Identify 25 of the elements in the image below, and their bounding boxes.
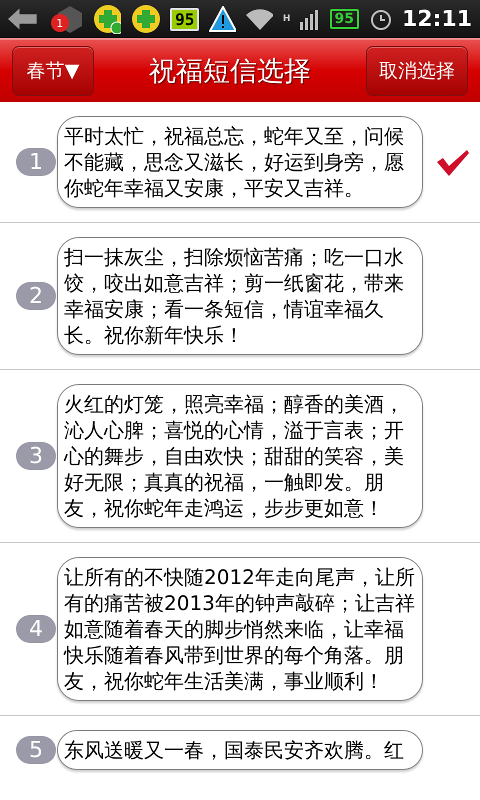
wifi-icon — [246, 8, 273, 30]
message-number: 3 — [16, 442, 56, 470]
back-icon[interactable] — [8, 8, 37, 30]
network-type: H — [282, 14, 290, 24]
message-card[interactable]: 扫一抹灰尘，扫除烦恼苦痛；吃一口水饺，咬出如意吉祥；剪一纸窗花，带来幸福安康；看一条短信，情谊幸福久长。祝你新年快乐！ — [57, 237, 423, 355]
cancel-selection-button[interactable]: 取消选择 — [366, 46, 468, 96]
message-card[interactable]: 让所有的不快随2012年走向尾声，让所有的痛苦被2013年的钟声敲碎；让吉祥如意随着春天的脚步悄然来临，让幸福快乐随着春风带到世界的每个角落。朋友，祝你蛇年生活美满，事业顺利！ — [57, 557, 423, 701]
alarm-icon — [369, 7, 392, 31]
battery-widget: 95 — [170, 8, 200, 30]
category-dropdown[interactable]: 春节▼ — [12, 46, 94, 96]
clock: 12:11 — [402, 6, 472, 32]
battery-indicator: 95 — [330, 9, 360, 29]
warning-icon — [209, 6, 236, 32]
screen-title: 祝福短信选择 — [149, 55, 311, 89]
notification-badge: 1 — [50, 14, 69, 32]
message-card[interactable]: 火红的灯笼，照亮幸福；醇香的美酒，沁人心脾；喜悦的心情，溢于言表；开心的舞步，自由欢快；甜甜的笑容，美好无限；真真的祝福，一触即发。朋友，祝你蛇年走鸿运，步步更如意！ — [57, 384, 423, 528]
message-number: 2 — [16, 282, 56, 310]
message-number: 4 — [16, 615, 56, 643]
signal-icon — [300, 8, 320, 30]
plus-icon — [92, 4, 122, 34]
plus-icon — [131, 4, 160, 34]
message-card[interactable]: 平时太忙，祝福总忘，蛇年又至，问候不能藏，思念又滋长，好运到身旁，愿你蛇年幸福又安康，平安又吉祥。 — [57, 116, 423, 208]
message-card[interactable]: 东风送暖又一春，国泰民安齐欢腾。红 — [57, 730, 423, 770]
message-number: 5 — [16, 736, 56, 764]
message-number: 1 — [16, 148, 56, 176]
